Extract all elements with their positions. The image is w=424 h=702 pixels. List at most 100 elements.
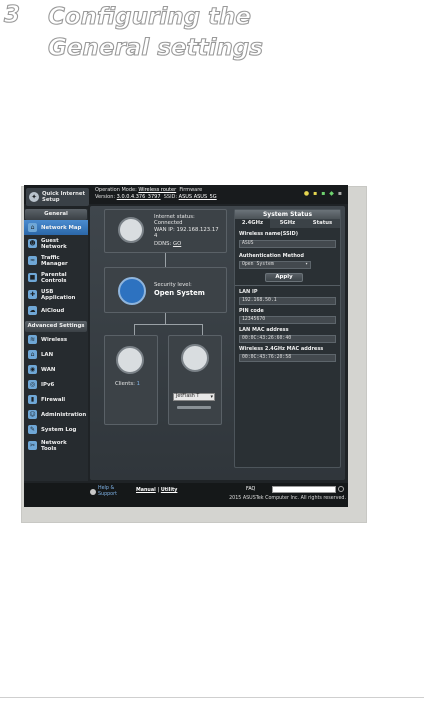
sidebar-section-advanced: Advanced Settings bbox=[25, 321, 87, 332]
help-icon bbox=[90, 489, 96, 495]
aicloud-icon: ☁ bbox=[28, 306, 37, 315]
pin-code-value: 12345670 bbox=[239, 316, 336, 324]
sidebar-section-general: General bbox=[25, 209, 87, 220]
sidebar-item-firewall[interactable]: ▮ Firewall bbox=[24, 392, 88, 407]
system-status-title: System Status bbox=[235, 210, 340, 219]
auth-method-label: Authentication Method bbox=[239, 253, 304, 259]
wire-branch bbox=[134, 324, 202, 325]
lan-mac-value: 00:0C:43:26:60:40 bbox=[239, 335, 336, 343]
clients-card[interactable]: Clients: 1 bbox=[104, 335, 158, 425]
chevron-down-icon: ▾ bbox=[305, 262, 308, 267]
search-icon[interactable] bbox=[338, 486, 344, 492]
internet-status-card[interactable]: Internet status: Connected WAN IP: 192.1… bbox=[104, 209, 227, 253]
status-icons: ● ▪ ▪ ◆ ▪ bbox=[304, 190, 342, 197]
sidebar-item-usb-application[interactable]: ✚ USB Application bbox=[24, 286, 88, 303]
qis-label: Quick Internet Setup bbox=[42, 191, 85, 203]
wire-to-usb bbox=[202, 324, 203, 335]
administration-icon: ☺ bbox=[28, 410, 37, 419]
top-header: ✦ Quick Internet Setup Operation Mode: W… bbox=[24, 185, 348, 206]
tab-2-4ghz[interactable]: 2.4GHz bbox=[235, 219, 270, 228]
network-map-icon: ⌂ bbox=[28, 223, 37, 232]
copyright: 2015 ASUSTek Computer Inc. All rights re… bbox=[229, 496, 346, 501]
pin-code-label: PIN code bbox=[239, 308, 264, 314]
wireless-mac-value: 00:0C:43:76:20:58 bbox=[239, 354, 336, 362]
tab-status[interactable]: Status bbox=[305, 219, 340, 228]
operation-mode-link[interactable]: Wireless router bbox=[138, 187, 176, 193]
footer: Help & Support Manual | Utility FAQ 2015… bbox=[24, 483, 348, 507]
sidebar-item-network-map[interactable]: ⌂ Network Map bbox=[24, 220, 88, 235]
router-web-gui: ✦ Quick Internet Setup Operation Mode: W… bbox=[24, 185, 348, 507]
chapter-number: 3 bbox=[3, 1, 21, 28]
quick-internet-setup-button[interactable]: ✦ Quick Internet Setup bbox=[26, 188, 89, 206]
ssid-link[interactable]: ASUS ASUS_5G bbox=[179, 194, 217, 200]
firmware-version-link[interactable]: 3.0.0.4.376_3797 bbox=[117, 194, 161, 200]
operation-mode-line: Operation Mode: Wireless router Firmware bbox=[95, 187, 203, 193]
wireless-icon: ≋ bbox=[28, 335, 37, 344]
sidebar-item-network-tools[interactable]: ✂ Network Tools bbox=[24, 437, 88, 454]
sidebar-item-lan[interactable]: ⌂ LAN bbox=[24, 347, 88, 362]
chevron-down-icon: ▾ bbox=[210, 394, 213, 400]
sidebar-item-ipv6[interactable]: ◎ IPv6 bbox=[24, 377, 88, 392]
ssid-input[interactable]: ASUS bbox=[239, 240, 336, 248]
apply-button[interactable]: Apply bbox=[265, 273, 303, 282]
usb-device-select[interactable]: JetFlash T ▾ bbox=[173, 393, 215, 401]
chapter-title: Configuring the General settings bbox=[47, 3, 263, 61]
lan-ip-value: 192.168.50.1 bbox=[239, 297, 336, 305]
divider bbox=[235, 285, 340, 286]
usb-capacity-bar bbox=[177, 406, 211, 409]
ipv6-icon: ◎ bbox=[28, 380, 37, 389]
router-security-card[interactable]: Security level: Open System bbox=[104, 267, 227, 313]
sidebar-item-administration[interactable]: ☺ Administration bbox=[24, 407, 88, 422]
footer-links: Manual | Utility bbox=[136, 488, 178, 493]
sidebar-item-guest-network[interactable]: ☻ Guest Network bbox=[24, 235, 88, 252]
sidebar-item-system-log[interactable]: ✎ System Log bbox=[24, 422, 88, 437]
network-map-area: Internet status: Connected WAN IP: 192.1… bbox=[90, 206, 345, 480]
sidebar-item-parental-controls[interactable]: ■ Parental Controls bbox=[24, 269, 88, 286]
guest-network-icon: ☻ bbox=[28, 239, 37, 248]
system-status-panel: System Status 2.4GHz 5GHz Status Wireles… bbox=[234, 209, 341, 468]
faq-label: FAQ bbox=[246, 487, 256, 492]
sidebar-item-traffic-manager[interactable]: ≈ Traffic Manager bbox=[24, 252, 88, 269]
usb-drive-icon bbox=[181, 344, 209, 372]
lan-mac-label: LAN MAC address bbox=[239, 327, 289, 333]
wireless-mac-label: Wireless 2.4GHz MAC address bbox=[239, 346, 324, 352]
utility-link[interactable]: Utility bbox=[161, 488, 178, 493]
band-tabs: 2.4GHz 5GHz Status bbox=[235, 219, 340, 228]
parental-controls-icon: ■ bbox=[28, 273, 37, 282]
system-log-icon: ✎ bbox=[28, 425, 37, 434]
wan-icon: ◉ bbox=[28, 365, 37, 374]
ddns-line: DDNS: GO bbox=[154, 241, 182, 247]
computer-icon bbox=[116, 346, 144, 374]
bulb-icon[interactable]: ● bbox=[304, 190, 309, 197]
logout-icon[interactable]: ▪ bbox=[338, 190, 342, 197]
faq-search-input[interactable] bbox=[272, 486, 336, 493]
sidebar: General ⌂ Network Map ☻ Guest Network ≈ … bbox=[24, 209, 88, 481]
wire-to-clients bbox=[134, 324, 135, 335]
wireless-name-label: Wireless name(SSID) bbox=[239, 231, 298, 237]
clients-line: Clients: 1 bbox=[115, 381, 140, 387]
tab-5ghz[interactable]: 5GHz bbox=[270, 219, 305, 228]
manual-link[interactable]: Manual bbox=[136, 488, 156, 493]
usb-icon[interactable]: ▪ bbox=[321, 190, 325, 197]
lan-ip-label: LAN IP bbox=[239, 289, 258, 295]
usb-device-card[interactable]: JetFlash T ▾ bbox=[168, 335, 222, 425]
sidebar-item-wireless[interactable]: ≋ Wireless bbox=[24, 332, 88, 347]
globe-icon bbox=[118, 217, 144, 243]
firewall-icon: ▮ bbox=[28, 395, 37, 404]
auth-method-select[interactable]: Open System ▾ bbox=[239, 261, 311, 269]
clients-count-link[interactable]: 1 bbox=[137, 381, 140, 387]
router-icon bbox=[118, 277, 146, 305]
router-icon[interactable]: ▪ bbox=[313, 190, 317, 197]
lan-icon: ⌂ bbox=[28, 350, 37, 359]
traffic-manager-icon: ≈ bbox=[28, 256, 37, 265]
network-icon[interactable]: ◆ bbox=[329, 190, 334, 197]
network-tools-icon: ✂ bbox=[28, 441, 37, 450]
sidebar-item-wan[interactable]: ◉ WAN bbox=[24, 362, 88, 377]
sidebar-item-aicloud[interactable]: ☁ AiCloud bbox=[24, 303, 88, 318]
usb-application-icon: ✚ bbox=[28, 290, 37, 299]
wire-router-down bbox=[165, 313, 166, 324]
wand-icon: ✦ bbox=[29, 192, 39, 202]
page-bottom-rule bbox=[0, 697, 424, 698]
version-line: Version: 3.0.0.4.376_3797 SSID: ASUS ASU… bbox=[95, 194, 217, 200]
ddns-go-link[interactable]: GO bbox=[173, 241, 181, 247]
